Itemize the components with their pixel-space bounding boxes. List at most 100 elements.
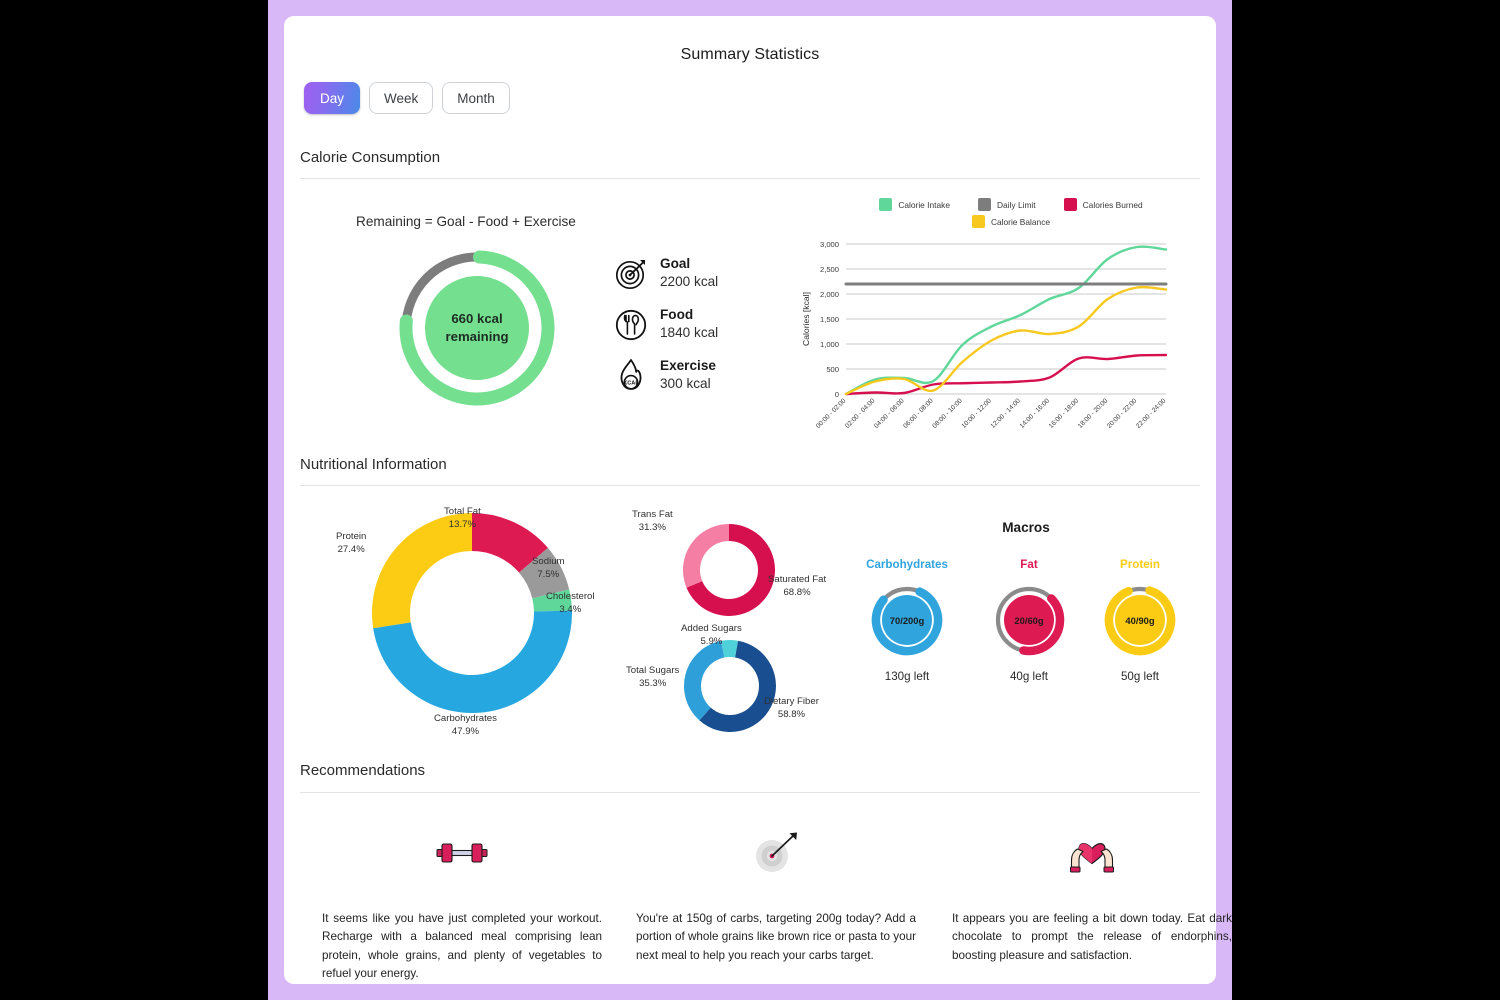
heart-hands-icon [952, 822, 1232, 884]
macro-protein: Protein 40/90g 50g left [1085, 558, 1195, 683]
macro-fat-ring: 20/60g [990, 581, 1068, 659]
donut-label-total-fat: Total Fat 13.7% [444, 506, 481, 532]
screenshot-root: Summary Statistics Day Week Month Calori… [0, 0, 1500, 1000]
stat-food-value: 1840 kcal [660, 325, 719, 341]
donut-label-trans-fat: Trans Fat 31.3% [632, 509, 673, 535]
donut-label-added-sugars: Added Sugars 5.9% [681, 623, 742, 649]
macro-fat: Fat 20/60g 40g left [974, 558, 1084, 683]
svg-text:KCAL: KCAL [623, 380, 639, 386]
legend-item-calorie-intake: Calorie Intake [879, 198, 950, 211]
macros-heading: Macros [1002, 520, 1050, 535]
donut-slice [683, 524, 729, 588]
svg-text:2,500: 2,500 [820, 265, 839, 274]
legend-label-calorie-balance: Calorie Balance [990, 216, 1051, 227]
svg-text:3,000: 3,000 [820, 240, 839, 249]
macro-protein-value: 40/90g [1115, 595, 1165, 645]
donut-label-sodium-name: Sodium [532, 556, 565, 567]
target-icon [615, 259, 645, 289]
calorie-remaining-unit: remaining [445, 329, 509, 344]
svg-text:500: 500 [826, 365, 839, 374]
donut-label-sodium: Sodium 7.5% [532, 556, 565, 582]
svg-text:1,000: 1,000 [820, 340, 839, 349]
svg-text:Calories [kcal]: Calories [kcal] [801, 292, 811, 346]
legend-swatch-calorie-intake [879, 198, 893, 211]
donut-label-carbohydrates: Carbohydrates 47.9% [434, 713, 497, 739]
macro-carbohydrates-left: 130g left [884, 670, 930, 683]
donut-slice [373, 610, 572, 713]
section-divider-nutrition [300, 485, 1200, 486]
legend-item-daily-limit: Daily Limit [978, 198, 1036, 211]
donut-label-saturated-fat-value: 68.8% [783, 586, 811, 598]
macro-fat-left: 40g left [1009, 670, 1049, 683]
stat-exercise-text: Exercise 300 kcal [660, 358, 716, 393]
stat-exercise-label: Exercise [660, 358, 716, 374]
cutlery-icon [615, 309, 647, 340]
donut-label-protein-value: 27.4% [337, 543, 365, 555]
tab-month[interactable]: Month [442, 82, 510, 114]
legend-item-calories-burned: Calories Burned [1063, 198, 1143, 211]
recommendation-carbs: You're at 150g of carbs, targeting 200g … [636, 822, 916, 965]
macro-carbohydrates-value: 70/200g [882, 595, 932, 645]
calorie-ring-center: 660 kcal remaining [425, 276, 529, 380]
recommendation-mood: It appears you are feeling a bit down to… [952, 822, 1232, 965]
flame-kcal-icon: KCAL [620, 358, 642, 390]
stat-food: Food 1840 kcal [614, 299, 718, 350]
legend-label-calories-burned: Calories Burned [1082, 199, 1143, 210]
donut-label-protein: Protein 27.4% [336, 531, 366, 557]
stat-goal: Goal 2200 kcal [614, 248, 718, 299]
stat-food-text: Food 1840 kcal [660, 307, 718, 342]
donut-label-trans-fat-value: 31.3% [638, 521, 666, 533]
tab-day[interactable]: Day [304, 82, 360, 114]
donut-label-carbohydrates-value: 47.9% [451, 725, 480, 737]
donut-label-saturated-fat: Saturated Fat 68.8% [768, 574, 826, 600]
macro-carbohydrates-name: Carbohydrates [866, 558, 948, 571]
donut-label-sodium-value: 7.5% [537, 568, 560, 580]
recommendation-workout-text: It seems like you have just completed yo… [322, 912, 602, 981]
recommendation-mood-text: It appears you are feeling a bit down to… [952, 912, 1232, 962]
donut-label-cholesterol: Cholesterol 3.4% [546, 591, 595, 617]
macro-protein-left: 50g left [1120, 670, 1160, 683]
legend-swatch-calories-burned [1063, 198, 1077, 211]
chart-legend: Calorie Intake Daily Limit Calories Burn… [846, 198, 1176, 228]
donut-label-total-fat-name: Total Fat [444, 506, 481, 517]
stat-goal-label: Goal [660, 256, 691, 272]
calorie-line-chart: Calorie Intake Daily Limit Calories Burn… [796, 198, 1176, 448]
dashboard-card: Summary Statistics Day Week Month Calori… [284, 16, 1232, 984]
section-heading-nutrition: Nutritional Information [300, 456, 447, 473]
stat-exercise: KCAL Exercise 300 kcal [614, 350, 718, 401]
svg-text:22:00 - 24:00: 22:00 - 24:00 [1135, 397, 1168, 430]
calorie-remaining-value: 660 kcal [451, 311, 503, 327]
stat-goal-text: Goal 2200 kcal [660, 256, 718, 291]
legend-swatch-calorie-balance [971, 215, 985, 228]
macro-fat-value: 20/60g [1004, 595, 1054, 645]
dumbbell-icon [322, 822, 602, 884]
svg-text:0: 0 [835, 390, 839, 399]
donut-label-added-sugars-name: Added Sugars [681, 623, 742, 634]
calorie-stats-list: Goal 2200 kcal Food 1840 kcal KCAL Exerc… [614, 248, 718, 401]
section-heading-calorie: Calorie Consumption [300, 149, 441, 166]
donut-label-total-fat-value: 13.7% [448, 518, 476, 530]
donut-label-trans-fat-name: Trans Fat [632, 509, 673, 520]
macro-protein-ring: 40/90g [1101, 581, 1179, 659]
macro-carbohydrates: Carbohydrates 70/200g 130g left [852, 558, 962, 683]
recommendation-carbs-text: You're at 150g of carbs, targeting 200g … [636, 912, 916, 962]
donut-label-dietary-fiber-name: Dietary Fiber [764, 696, 819, 707]
tab-week[interactable]: Week [369, 82, 434, 114]
donut-label-cholesterol-value: 3.4% [559, 603, 582, 615]
legend-swatch-daily-limit [978, 198, 991, 211]
macro-fat-name: Fat [1020, 558, 1038, 571]
stat-food-label: Food [660, 307, 694, 323]
svg-text:1,500: 1,500 [820, 315, 839, 324]
donut-label-added-sugars-value: 5.9% [700, 635, 723, 647]
donut-label-dietary-fiber-value: 58.8% [777, 708, 806, 720]
legend-item-calorie-balance: Calorie Balance [971, 215, 1051, 228]
nutrition-donut-main [372, 513, 572, 713]
macro-carbohydrates-ring: 70/200g [868, 581, 946, 659]
macro-protein-name: Protein [1120, 558, 1160, 571]
calorie-remaining-ring: 660 kcal remaining [393, 244, 561, 412]
legend-label-calorie-intake: Calorie Intake [898, 199, 950, 210]
section-divider-recommendations [300, 792, 1200, 793]
stat-exercise-value: 300 kcal [660, 376, 711, 392]
donut-label-saturated-fat-name: Saturated Fat [768, 574, 827, 585]
donut-label-total-sugars-name: Total Sugars [626, 665, 680, 676]
